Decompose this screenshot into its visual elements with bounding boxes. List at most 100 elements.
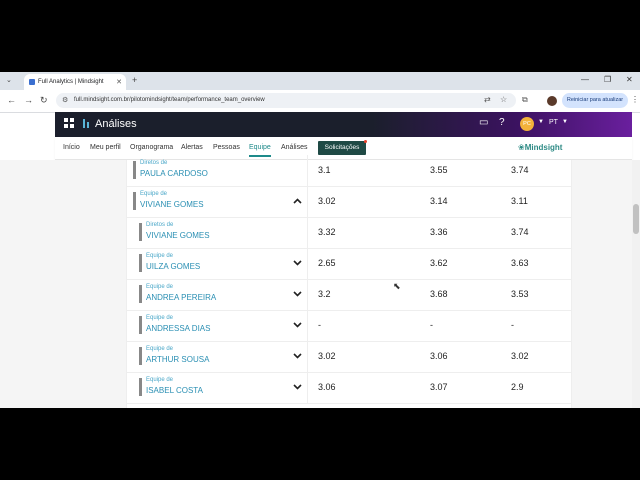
row-indicator [139,316,142,334]
row-name[interactable]: VIVIANE GOMES [140,200,204,209]
table-row[interactable]: Equipe de VIVIANE GOMES 3.02 3.14 3.11 [127,186,571,218]
row-name[interactable]: ANDREA PEREIRA [146,293,216,302]
site-info-icon[interactable]: ⚙ [62,96,68,104]
chevron-down-icon[interactable] [293,351,302,361]
favicon-icon [29,79,35,85]
score-value-1: 3.32 [318,227,336,237]
chevron-down-icon[interactable] [293,320,302,330]
bookmark-star-icon[interactable]: ☆ [500,95,507,104]
translate-icon[interactable]: ⇄ [484,95,491,104]
row-type-label: Equipe de [146,315,174,321]
score-value-2: - [430,320,433,330]
address-bar[interactable]: ⚙ full.mindsight.com.br/pilotomindsight/… [56,93,516,108]
analytics-chart-icon [83,119,93,128]
row-type-label: Equipe de [146,377,174,383]
minimize-icon[interactable]: — [581,75,589,84]
new-tab-icon[interactable]: + [132,75,137,85]
page-scrollbar[interactable] [632,160,640,408]
close-tab-icon[interactable]: ✕ [116,78,122,86]
nav-analises[interactable]: Análises [281,144,307,151]
extensions-icon[interactable]: ⧉ [522,95,528,105]
score-value-1: 3.02 [318,196,336,206]
nav-alertas[interactable]: Alertas [181,144,203,151]
column-divider [307,155,308,186]
app-header: Análises ▭ ? PC ▼ PT ▼ [55,112,632,137]
row-name[interactable]: ARTHUR SOUSA [146,355,209,364]
score-value-2: 3.14 [430,196,448,206]
row-name[interactable]: ANDRESSA DIAS [146,324,210,333]
nav-meu-perfil[interactable]: Meu perfil [90,144,121,151]
table-row[interactable]: Diretos de VIVIANE GOMES 3.32 3.36 3.74 [127,217,571,249]
chevron-up-icon[interactable] [293,196,302,206]
table-row[interactable]: Equipe de ARTHUR SOUSA 3.02 3.06 3.02 [127,341,571,373]
score-value-1: 2.65 [318,258,336,268]
nav-pessoas[interactable]: Pessoas [213,144,240,151]
url-text[interactable]: full.mindsight.com.br/pilotomindsight/te… [74,97,265,103]
language-selector[interactable]: PT [549,119,558,126]
page-content: Diretos de PAULA CARDOSO 3.1 3.55 3.74 Equipe… [0,155,640,408]
mindsight-logo: ❀Mindsight [518,143,563,152]
score-value-3: 3.63 [511,258,529,268]
score-value-3: 3.74 [511,227,529,237]
score-value-1: 3.06 [318,382,336,392]
score-value-3: 3.74 [511,165,529,175]
apps-grid-icon[interactable] [64,118,74,128]
row-type-label: Diretos de [140,160,168,166]
tab-search-icon[interactable]: ⌄ [6,76,12,84]
browser-menu-icon[interactable]: ⋮ [631,95,639,104]
column-divider [307,186,308,217]
row-name[interactable]: VIVIANE GOMES [146,231,210,240]
scrollbar-thumb[interactable] [633,204,639,234]
chevron-down-icon[interactable] [293,289,302,299]
restart-to-update-button[interactable]: Reiniciar para atualizar [562,93,628,108]
chevron-down-icon[interactable] [293,258,302,268]
browser-window: ⌄ Full Analytics | Mindsight ✕ + — ❐ ✕ ←… [0,72,640,408]
tab-title: Full Analytics | Mindsight [38,79,104,85]
column-divider [307,310,308,341]
folder-icon[interactable]: ▭ [479,117,488,128]
row-type-label: Equipe de [146,253,174,259]
app-name: Análises [95,118,137,130]
chevron-down-icon[interactable] [293,382,302,392]
row-name[interactable]: ISABEL COSTA [146,386,203,395]
row-type-label: Equipe de [140,191,168,197]
nav-organograma[interactable]: Organograma [130,144,173,151]
table-row[interactable]: Equipe de ISABEL COSTA 3.06 3.07 2.9 [127,372,571,404]
score-value-3: 3.02 [511,351,529,361]
table-row[interactable]: Equipe de ANDREA PEREIRA 3.2 3.68 3.53 [127,279,571,311]
column-divider [307,217,308,248]
table-row[interactable]: Equipe de ANDRESSA DIAS - - - [127,310,571,342]
browser-tab[interactable]: Full Analytics | Mindsight ✕ [24,74,126,90]
user-avatar[interactable]: PC [520,117,534,131]
close-window-icon[interactable]: ✕ [626,75,633,84]
table-row[interactable]: Equipe de UILZA GOMES 2.65 3.62 3.63 [127,248,571,280]
score-value-2: 3.07 [430,382,448,392]
score-value-1: 3.1 [318,165,331,175]
score-value-1: 3.02 [318,351,336,361]
language-caret-icon[interactable]: ▼ [562,119,568,125]
column-divider [307,279,308,310]
reload-icon[interactable]: ↻ [40,95,48,106]
row-indicator [139,347,142,365]
score-value-3: 3.53 [511,289,529,299]
forward-icon[interactable]: → [24,95,33,105]
team-table: Diretos de PAULA CARDOSO 3.1 3.55 3.74 Equipe… [126,155,572,408]
restore-icon[interactable]: ❐ [604,75,611,84]
row-name[interactable]: UILZA GOMES [146,262,200,271]
column-divider [307,341,308,372]
row-indicator [133,161,136,179]
nav-inicio[interactable]: Início [63,144,80,151]
help-icon[interactable]: ? [499,117,505,128]
column-divider [307,372,308,403]
row-name[interactable]: PAULA CARDOSO [140,169,208,178]
row-indicator [139,378,142,396]
score-value-2: 3.36 [430,227,448,237]
score-value-2: 3.06 [430,351,448,361]
score-value-3: 3.11 [511,196,528,206]
user-menu-caret-icon[interactable]: ▼ [538,119,544,125]
solicitacoes-button[interactable]: Solicitações [318,141,366,155]
back-icon[interactable]: ← [7,95,16,105]
row-indicator [133,192,136,210]
profile-avatar[interactable] [547,96,557,106]
table-row[interactable]: Diretos de PAULA CARDOSO 3.1 3.55 3.74 [127,155,571,187]
